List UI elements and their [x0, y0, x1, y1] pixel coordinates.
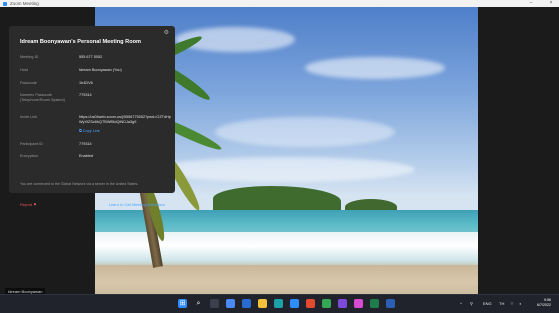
- office-icon[interactable]: [306, 299, 315, 308]
- teams-icon[interactable]: [242, 299, 251, 308]
- info-label: Invite Link: [20, 115, 38, 119]
- info-label: Meeting ID: [20, 55, 39, 59]
- wifi-icon[interactable]: ⌔: [510, 300, 514, 308]
- start-icon[interactable]: ⊞: [178, 299, 187, 308]
- meeting-info-panel: ⚙ Idream Boonyawan's Personal Meeting Ro…: [9, 26, 175, 207]
- system-clock[interactable]: 9:56 6/7/2022: [537, 298, 551, 308]
- zoom-taskbar-icon[interactable]: [290, 299, 299, 308]
- edge-icon[interactable]: [274, 299, 283, 308]
- copy-link-button[interactable]: ⧉ Copy Link: [79, 129, 100, 133]
- task-view-icon[interactable]: [210, 299, 219, 308]
- copy-icon: ⧉: [79, 129, 82, 133]
- widgets-icon[interactable]: [226, 299, 235, 308]
- report-button[interactable]: Report ⚑: [20, 202, 37, 207]
- chevron-up-icon[interactable]: ^: [460, 300, 462, 308]
- search-icon[interactable]: ⌕: [194, 299, 203, 308]
- chrome-icon[interactable]: [322, 299, 331, 308]
- info-label: Numeric Passcode (Telephone/Room System): [20, 93, 65, 102]
- word-icon[interactable]: [386, 299, 395, 308]
- meeting-room-title: Idream Boonyawan's Personal Meeting Room: [20, 39, 142, 45]
- info-label: Passcode: [20, 81, 37, 85]
- network-icon[interactable]: ⚲: [470, 300, 473, 308]
- app-icon-pink[interactable]: [354, 299, 363, 308]
- sand: [95, 265, 478, 294]
- info-label: Participant ID: [20, 142, 43, 146]
- info-value: 779314: [79, 142, 92, 146]
- input-method-indicator[interactable]: TH: [499, 300, 504, 308]
- info-label: Encryption: [20, 154, 38, 158]
- learn-more-link[interactable]: Learn to Get Meeting Extension: [109, 202, 165, 207]
- report-flag-icon: ⚑: [33, 202, 37, 207]
- gear-icon[interactable]: ⚙: [164, 29, 169, 36]
- info-value: 555 677 5052: [79, 55, 103, 59]
- excel-icon[interactable]: [370, 299, 379, 308]
- clock-date: 6/7/2022: [537, 303, 551, 307]
- info-label: Host: [20, 68, 28, 72]
- file-explorer-icon[interactable]: [258, 299, 267, 308]
- right-letterbox: [478, 7, 559, 294]
- close-button[interactable]: ×: [546, 0, 556, 7]
- info-value: Enabled: [79, 154, 93, 158]
- volume-icon[interactable]: ◖: [519, 300, 521, 308]
- copy-link-label: Copy Link: [82, 129, 100, 133]
- app-icon-purple[interactable]: [338, 299, 347, 308]
- language-indicator[interactable]: ENG: [483, 300, 492, 308]
- video-stage: ⚙ Idream Boonyawan's Personal Meeting Ro…: [0, 7, 559, 295]
- report-label: Report: [20, 202, 33, 207]
- network-notice: You are connected to the Global Network …: [20, 182, 139, 186]
- invite-link-value[interactable]: https://us04web.zoom.us/j/5556775052?pwd…: [79, 115, 171, 125]
- title-bar: Zoom Meeting – ×: [0, 0, 559, 7]
- window-title: Zoom Meeting: [10, 1, 39, 6]
- windows-taskbar: ⊞ ⌕ ^ ⚲ ENG TH ⌔ ◖ 9:56 6/7/2022: [0, 294, 559, 313]
- zoom-app-icon: [3, 1, 7, 6]
- minimize-button[interactable]: –: [526, 0, 536, 7]
- info-value: 779314: [79, 93, 92, 97]
- info-value: 1h4DV6: [79, 81, 93, 85]
- info-value: Idream Boonyawan (You): [79, 68, 122, 72]
